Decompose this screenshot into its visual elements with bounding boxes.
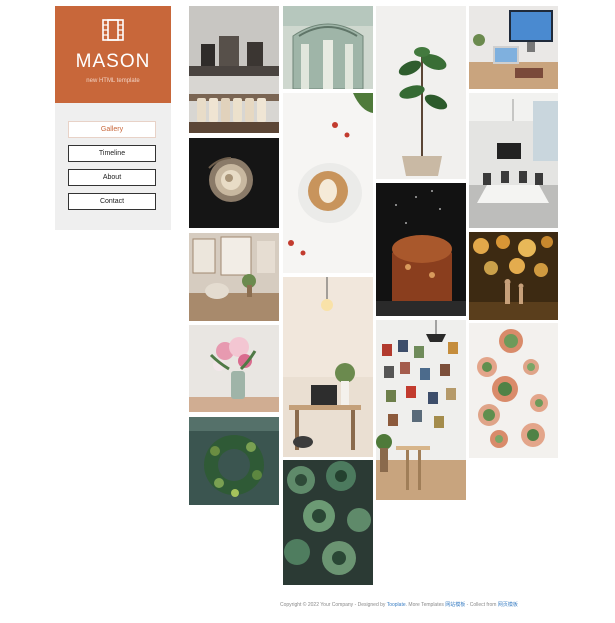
footer-text: Copyright © 2022 Your Company - Designed…	[280, 602, 387, 608]
gallery-image-coffee-bar[interactable]	[189, 6, 279, 133]
footer: Copyright © 2022 Your Company - Designed…	[280, 601, 518, 608]
footer-collect-text: - Collect from	[465, 602, 498, 608]
gallery-image-pastry[interactable]	[376, 183, 466, 316]
gallery-image-wreath[interactable]	[189, 417, 279, 505]
nav-contact-button[interactable]: Contact	[68, 193, 156, 210]
gallery-image-rose[interactable]	[189, 138, 279, 228]
gallery-image-potted-tree[interactable]	[376, 6, 466, 179]
brand-title: MASON	[75, 51, 151, 72]
gallery-image-pendant-lamp[interactable]	[283, 277, 373, 457]
gallery-image-living-room[interactable]	[189, 233, 279, 321]
gallery-image-latte[interactable]	[283, 93, 373, 273]
footer-mid-text: . More Templates	[405, 602, 446, 608]
nav-about-button[interactable]: About	[68, 169, 156, 186]
gallery-image-bokeh[interactable]	[469, 232, 558, 320]
gallery-image-flower-vase[interactable]	[189, 325, 279, 412]
gallery-image-succulent-pots[interactable]	[469, 323, 558, 458]
gallery-image-succulents-closeup[interactable]	[283, 460, 373, 585]
gallery-image-laptop-desk[interactable]	[469, 6, 558, 89]
gallery-image-conference-room[interactable]	[469, 93, 558, 228]
templates-link[interactable]: 网站模板	[445, 602, 465, 608]
gallery-image-wall-gallery[interactable]	[376, 320, 466, 500]
gallery-image-building[interactable]	[283, 6, 373, 89]
brand-block: MASON new HTML template	[55, 6, 171, 103]
nav-gallery-button[interactable]: Gallery	[68, 121, 156, 138]
collect-link[interactable]: 网页模板	[498, 602, 518, 608]
film-icon	[102, 19, 124, 41]
sidebar: MASON new HTML template Gallery Timeline…	[55, 6, 171, 230]
designer-link[interactable]: Tooplate	[387, 602, 406, 608]
nav-timeline-button[interactable]: Timeline	[68, 145, 156, 162]
brand-subtitle: new HTML template	[86, 78, 140, 84]
